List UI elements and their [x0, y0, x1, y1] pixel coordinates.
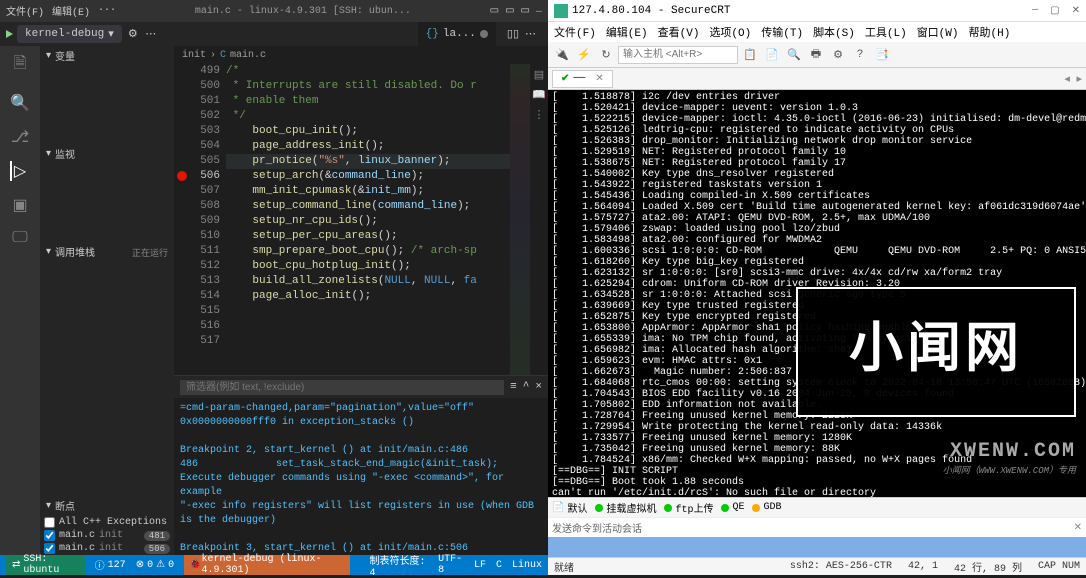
help-icon[interactable]: ?	[850, 45, 870, 65]
activity-bar: 🗎 🔍 ⎇ ▷ ▣ 🖵	[0, 46, 40, 555]
tab-close-icon[interactable]: ✕	[595, 73, 603, 85]
sc-window-title: 127.4.80.104 - SecureCRT	[572, 5, 730, 17]
watch-section[interactable]: ▾监视	[40, 144, 174, 164]
launch-config-select[interactable]: kernel-debug▾	[17, 25, 122, 43]
sc-selection-bar	[548, 537, 1086, 557]
watermark: 小闻网	[796, 287, 1076, 417]
maximize-icon[interactable]: ▢	[1050, 5, 1059, 17]
debug-output[interactable]: =cmd-param-changed,param="pagination",va…	[174, 398, 548, 555]
tablist-icon[interactable]: ◂ ▸	[1064, 72, 1082, 86]
status-bar: ⇄ SSH: ubuntu ⓘ 127 ⊗0 ⚠0 🐞 kernel-debug…	[0, 555, 548, 575]
close-icon[interactable]: ✕	[1074, 522, 1082, 534]
remote-status[interactable]: ⇄ SSH: ubuntu	[6, 555, 85, 575]
search-icon[interactable]: 🔍	[10, 93, 30, 113]
bp-all-exceptions[interactable]: All C++ Exceptions	[40, 516, 174, 529]
watermark-foot: 小闻网（WWW.XWENW.COM）专用	[943, 466, 1076, 477]
explorer-icon[interactable]: 🗎	[14, 52, 27, 79]
btn-default[interactable]: 📄默认	[552, 500, 587, 516]
callstack-section[interactable]: ▾调用堆栈正在运行	[40, 242, 174, 262]
line-numbers: 4995005015025035045055065075085095105115…	[190, 64, 226, 375]
sc-status-bar: 就绪 ssh2: AES-256-CTR 42, 1 42 行, 89 列 CA…	[548, 557, 1086, 575]
find-icon[interactable]: 🔍	[784, 45, 804, 65]
minimap[interactable]	[510, 64, 530, 375]
options-icon[interactable]: ⚙	[828, 45, 848, 65]
close-icon[interactable]: ✕	[1072, 5, 1080, 17]
terminal-output[interactable]: [ 1.518878] i2c /dev entries driver [ 1.…	[548, 90, 1086, 497]
btn-mount[interactable]: 挂载虚拟机	[595, 500, 656, 516]
chevron-up-icon[interactable]: ^	[523, 381, 530, 393]
watermark-sub: XWENW.COM	[950, 446, 1076, 457]
code-editor[interactable]: /* * Interrupts are still disabled. Do r…	[226, 64, 510, 375]
more-icon[interactable]: ⋯	[144, 27, 158, 41]
sc-titlebar: 127.4.80.104 - SecureCRT — ▢ ✕	[548, 0, 1086, 22]
collapse-icon[interactable]: ▤	[534, 68, 544, 82]
ports-status[interactable]: ⓘ 127	[95, 557, 126, 573]
breakpoints-section[interactable]: ▾断点	[40, 496, 174, 516]
editor-tab[interactable]: {}la...	[418, 22, 497, 46]
split-icon[interactable]: ▯▯	[507, 27, 519, 41]
quick-icon[interactable]: ⚡	[574, 45, 594, 65]
breadcrumb[interactable]: init› Cmain.c	[174, 46, 548, 64]
scm-icon[interactable]: ⎇	[11, 127, 29, 147]
copy-icon[interactable]: 📋	[740, 45, 760, 65]
gear-icon[interactable]: ⚙	[126, 27, 140, 41]
clear-icon[interactable]: ≡	[510, 381, 517, 393]
problems-status[interactable]: ⊗0 ⚠0	[136, 559, 174, 571]
app-icon	[554, 4, 568, 18]
close-icon[interactable]: ×	[535, 381, 542, 393]
reconnect-icon[interactable]: ↻	[596, 45, 616, 65]
host-input[interactable]	[618, 46, 738, 64]
layout-icon[interactable]: ▭	[490, 5, 499, 17]
run-icon[interactable]	[6, 30, 13, 38]
vscode-titlebar: 文件(F)编辑(E)... main.c - linux-4.9.301 [SS…	[0, 0, 548, 22]
connect-icon[interactable]: 🔌	[552, 45, 572, 65]
sc-menu-bar[interactable]: 文件(F)编辑(E)查看(V) 选项(O)传输(T)脚本(S) 工具(L)窗口(…	[548, 22, 1086, 42]
command-input-bar[interactable]: 发送命令到活动会话 ✕	[548, 517, 1086, 537]
btn-gdb[interactable]: GDB	[752, 502, 781, 513]
paste-icon[interactable]: 📄	[762, 45, 782, 65]
window-title: main.c - linux-4.9.301 [SSH: ubun...	[195, 6, 411, 17]
debug-sidebar: ▾变量 ▾监视 ▾调用堆栈正在运行 ▾断点 All C++ Exceptions…	[40, 46, 174, 555]
debug-toolbar: kernel-debug▾ ⚙ ⋯ {}la... ▯▯ ⋯	[0, 22, 548, 46]
minimize-icon[interactable]: —	[1032, 5, 1038, 17]
bp-item[interactable]: main.cinit481	[40, 529, 174, 542]
securecrt-window: 127.4.80.104 - SecureCRT — ▢ ✕ 文件(F)编辑(E…	[548, 0, 1086, 575]
debug-console: ≡ ^ × =cmd-param-changed,param="paginati…	[174, 375, 548, 555]
sc-toolbar: 🔌 ⚡ ↻ 📋 📄 🔍 🖶 ⚙ ? 📑	[548, 42, 1086, 68]
vscode-menu[interactable]: 文件(F)编辑(E)...	[6, 3, 116, 19]
launch-status[interactable]: 🐞 kernel-debug (linux-4.9.301)	[184, 555, 349, 575]
sc-button-bar: 📄默认 挂载虚拟机 ftp上传 QE GDB	[548, 497, 1086, 517]
btn-qe[interactable]: QE	[721, 502, 744, 513]
filter-input[interactable]	[180, 380, 504, 395]
book-icon[interactable]: 📖	[532, 88, 546, 102]
more-icon[interactable]: ⋯	[525, 27, 536, 41]
variables-section[interactable]: ▾变量	[40, 46, 174, 66]
session-tab[interactable]: ✔ —— ✕	[552, 70, 613, 88]
print-icon[interactable]: 🖶	[806, 45, 826, 65]
extensions-icon[interactable]: ▣	[12, 195, 27, 215]
sc-session-tabs: ✔ —— ✕ ◂ ▸	[548, 68, 1086, 90]
extra-icon[interactable]: 📑	[872, 45, 892, 65]
vscode-window: 文件(F)编辑(E)... main.c - linux-4.9.301 [SS…	[0, 0, 548, 575]
debug-icon[interactable]: ▷	[10, 161, 26, 181]
editor-area: init› Cmain.c 49950050150250350450550650…	[174, 46, 548, 555]
check-icon: ✔	[561, 73, 569, 85]
btn-ftp[interactable]: ftp上传	[664, 500, 713, 516]
remote-icon[interactable]: 🖵	[12, 229, 27, 247]
ellipsis-icon[interactable]: ⋮	[534, 108, 545, 122]
breakpoint-gutter[interactable]	[174, 64, 190, 375]
